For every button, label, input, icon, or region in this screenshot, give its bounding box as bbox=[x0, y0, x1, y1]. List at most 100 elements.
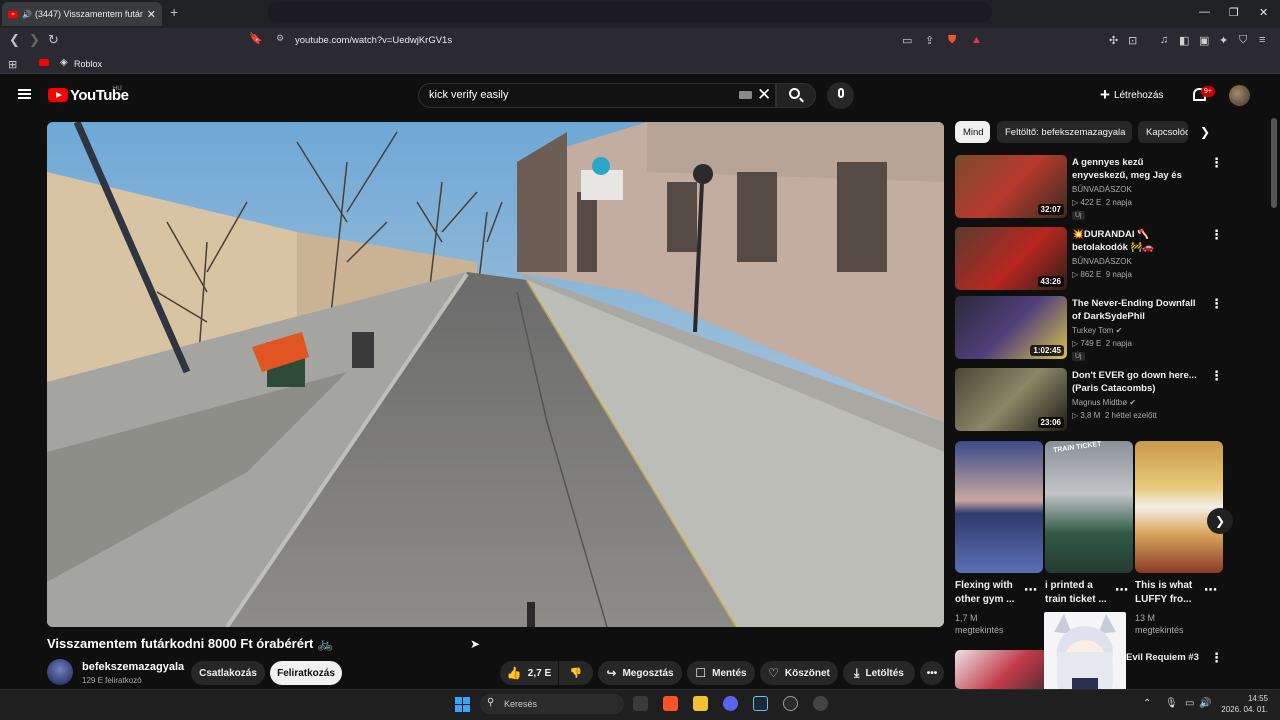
page-scrollbar[interactable] bbox=[1271, 118, 1277, 208]
app-icon[interactable] bbox=[813, 696, 828, 711]
windows-start-icon[interactable] bbox=[455, 697, 470, 712]
create-button[interactable]: + Létrehozás bbox=[1100, 85, 1163, 105]
minimize-icon[interactable]: — bbox=[1199, 6, 1210, 18]
youtube-bookmark-icon[interactable] bbox=[39, 59, 49, 66]
rec-thumbnail[interactable]: 1:02:45 bbox=[955, 296, 1067, 359]
rec-title[interactable]: Don't EVER go down here... (Paris Cataco… bbox=[1072, 369, 1202, 395]
brave-browser-icon[interactable] bbox=[663, 696, 678, 711]
download-icon: ⤓ bbox=[854, 665, 860, 680]
rec-title[interactable]: Evil Requiem #3 bbox=[1126, 651, 1256, 664]
rec-menu-icon[interactable]: ⋮ bbox=[1210, 155, 1223, 171]
url-bar[interactable] bbox=[268, 2, 992, 22]
more-actions-button[interactable]: ••• bbox=[920, 661, 944, 685]
extensions-icon[interactable]: ✣ bbox=[1109, 34, 1118, 47]
rec-title[interactable]: A gennyes kezű enyveskezű, meg Jay és Né… bbox=[1072, 156, 1202, 182]
ai-icon[interactable]: ✦ bbox=[1219, 34, 1228, 47]
shorts-next-button[interactable]: ❯ bbox=[1207, 508, 1233, 534]
short-title[interactable]: i printed a train ticket ... bbox=[1045, 579, 1117, 607]
wallet-icon[interactable]: ▣ bbox=[1199, 34, 1209, 47]
obs-icon[interactable] bbox=[783, 696, 798, 711]
rec-channel[interactable]: BŰNVADÁSZOK bbox=[1072, 185, 1132, 194]
rec-thumbnail[interactable]: 32:07 bbox=[955, 155, 1067, 218]
steam-icon[interactable] bbox=[753, 696, 768, 711]
tray-expand-icon[interactable]: ⌃ bbox=[1143, 698, 1151, 709]
rec-thumbnail[interactable]: 43:26 bbox=[955, 227, 1067, 290]
rec-menu-icon[interactable]: ⋮ bbox=[1210, 368, 1223, 384]
notification-badge: 9+ bbox=[1201, 86, 1215, 97]
short-menu-icon[interactable]: ⋯ bbox=[1024, 582, 1037, 598]
chip-all[interactable]: Mind bbox=[955, 121, 990, 143]
channel-name[interactable]: befekszemazagyala bbox=[82, 661, 184, 673]
guide-menu-icon[interactable] bbox=[18, 89, 31, 99]
tray-mic-icon[interactable]: 🎙 bbox=[1165, 698, 1178, 709]
short-thumbnail[interactable] bbox=[955, 441, 1043, 573]
rec-thumbnail[interactable]: 23:06 bbox=[955, 368, 1067, 431]
short-menu-icon[interactable]: ⋯ bbox=[1115, 582, 1128, 598]
search-input[interactable]: kick verify easily bbox=[429, 89, 508, 101]
short-thumbnail[interactable] bbox=[1135, 441, 1223, 573]
discord-icon[interactable] bbox=[723, 696, 738, 711]
more-horizontal-icon: ••• bbox=[926, 667, 938, 679]
rec-title[interactable]: The Never-Ending Downfall of DarkSydePhi… bbox=[1072, 297, 1202, 323]
window-close-icon[interactable]: ✕ bbox=[1259, 6, 1268, 19]
brave-shield-icon[interactable]: ⛊ bbox=[948, 34, 956, 47]
video-player[interactable] bbox=[47, 122, 944, 627]
rec-menu-icon[interactable]: ⋮ bbox=[1210, 650, 1223, 666]
task-view-icon[interactable] bbox=[633, 696, 648, 711]
rec-channel[interactable]: Turkey Tom ✔ bbox=[1072, 326, 1122, 335]
like-button[interactable]: 👍 2,7 E bbox=[500, 661, 558, 685]
back-icon[interactable]: ❮ bbox=[9, 32, 20, 48]
screenshot-icon[interactable]: ⊡ bbox=[1128, 34, 1137, 47]
rec-menu-icon[interactable]: ⋮ bbox=[1210, 227, 1223, 243]
file-explorer-icon[interactable] bbox=[693, 696, 708, 711]
rec-menu-icon[interactable]: ⋮ bbox=[1210, 296, 1223, 312]
taskbar-search[interactable]: Keresés bbox=[480, 694, 624, 714]
volume-icon[interactable]: 🔊 bbox=[1199, 698, 1211, 709]
restore-icon[interactable]: ❐ bbox=[1229, 6, 1239, 19]
media-icon[interactable]: ♫ bbox=[1160, 34, 1168, 46]
share-button[interactable]: ↪ Megosztás bbox=[598, 661, 682, 685]
rec-channel[interactable]: BŰNVADÁSZOK bbox=[1072, 257, 1132, 266]
rec-age: 2 napja bbox=[1105, 339, 1132, 348]
account-avatar[interactable] bbox=[1229, 85, 1250, 106]
brave-rewards-icon[interactable]: ▲ bbox=[971, 34, 982, 46]
speaker-icon[interactable]: 🔊 bbox=[22, 10, 32, 19]
reload-icon[interactable]: ↻ bbox=[48, 32, 59, 48]
download-button[interactable]: ⤓ Letöltés bbox=[843, 661, 915, 685]
rec-title[interactable]: 💥DURANDAI 🪓 betolakodók 🚧🚗 (Bűnvadászok … bbox=[1072, 228, 1202, 254]
short-thumbnail[interactable]: TRAIN TICKET bbox=[1045, 441, 1133, 573]
cast-icon[interactable]: ▭ bbox=[902, 34, 912, 47]
short-menu-icon[interactable]: ⋯ bbox=[1204, 582, 1217, 598]
share-page-icon[interactable]: ⇪ bbox=[925, 34, 934, 47]
chips-next-icon[interactable]: ❯ bbox=[1200, 125, 1210, 139]
apps-grid-icon[interactable]: ⊞ bbox=[8, 58, 17, 71]
network-icon[interactable]: ▭ bbox=[1185, 698, 1194, 709]
duration-badge: 23:06 bbox=[1037, 417, 1064, 428]
taskbar-clock[interactable]: 14:55 2026. 04. 01. bbox=[1218, 693, 1268, 715]
dislike-button[interactable]: 👎 bbox=[559, 661, 593, 685]
bookmark-icon[interactable]: 🔖 bbox=[249, 32, 263, 45]
join-button[interactable]: Csatlakozás bbox=[191, 661, 265, 685]
forward-icon[interactable]: ❯ bbox=[29, 32, 40, 48]
address-toolbar: ❮ ❯ ↻ 🔖 bbox=[0, 28, 1280, 52]
subscribe-button[interactable]: Feliratkozás bbox=[270, 661, 342, 685]
short-title[interactable]: Flexing with other gym ... bbox=[955, 579, 1027, 607]
sidebar-icon[interactable]: ◧ bbox=[1179, 34, 1189, 47]
thanks-button[interactable]: ♡ Köszönet bbox=[760, 661, 838, 685]
bookmark-roblox[interactable]: Roblox bbox=[74, 59, 102, 69]
browser-tab[interactable]: 🔊 (3447) Visszamentem futárkodni 8000 Ft… bbox=[2, 2, 162, 26]
site-info-icon[interactable]: ⚙ bbox=[276, 33, 284, 44]
new-tab-icon[interactable]: + bbox=[170, 4, 178, 20]
menu-icon[interactable]: ≡ bbox=[1259, 34, 1265, 46]
chip-related[interactable]: Kapcsolódó bbox=[1138, 121, 1188, 143]
rec-channel[interactable]: Magnus Midtbø ✔ bbox=[1072, 398, 1136, 407]
vpn-icon[interactable]: ⛉ bbox=[1239, 34, 1247, 47]
save-button[interactable]: ☐ Mentés bbox=[687, 661, 755, 685]
youtube-logo-icon[interactable] bbox=[48, 88, 68, 102]
keyboard-icon[interactable] bbox=[739, 91, 752, 99]
clear-search-icon[interactable]: ✕ bbox=[757, 85, 771, 105]
chip-uploader[interactable]: Feltöltő: befekszemazagyala bbox=[997, 121, 1132, 143]
channel-avatar[interactable] bbox=[47, 659, 73, 685]
short-title[interactable]: This is what LUFFY fro... bbox=[1135, 579, 1207, 607]
tab-close-icon[interactable]: ✕ bbox=[147, 8, 156, 21]
